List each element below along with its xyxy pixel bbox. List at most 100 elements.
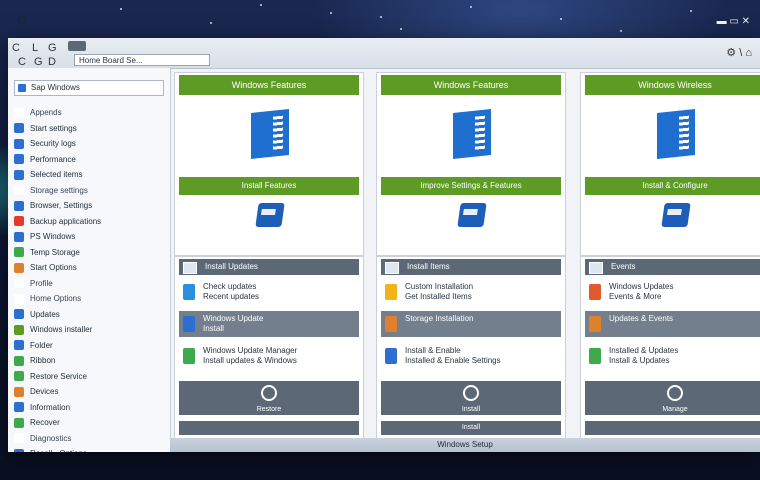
card-subtitle: Install Features — [179, 177, 359, 195]
sidebar-item-icon — [14, 123, 24, 134]
package-icon — [457, 203, 487, 227]
sidebar-item[interactable]: Devices — [14, 385, 58, 399]
panel-row[interactable]: Windows Updates Events & More — [585, 279, 760, 305]
toolbar-tab[interactable] — [68, 41, 86, 51]
windows-icon — [657, 109, 695, 159]
panel-row[interactable]: Windows Update Install — [179, 311, 359, 337]
toolbar-button-c2[interactable]: C — [18, 56, 26, 68]
card-title: Windows Features — [179, 75, 359, 95]
sidebar-item[interactable]: Appends — [14, 106, 62, 120]
sidebar-item[interactable]: Start settings — [14, 122, 77, 136]
sidebar-item-label: Recall - Options — [30, 449, 87, 452]
panel-row[interactable]: Install & Enable Installed & Enable Setti… — [381, 343, 561, 369]
panel-row[interactable]: Updates & Events — [585, 311, 760, 337]
sidebar-item[interactable]: Ribbon — [14, 354, 55, 368]
row-icon — [589, 348, 601, 364]
panel-footer-bar[interactable] — [585, 421, 760, 435]
close-icon[interactable]: ✕ — [742, 16, 750, 27]
sidebar-item[interactable]: Diagnostics — [14, 432, 71, 446]
sidebar-item[interactable]: Windows installer — [14, 323, 92, 337]
sidebar-search[interactable]: Sap Windows — [14, 80, 164, 96]
panel-row[interactable]: Custom Installation Get Installed Items — [381, 279, 561, 305]
sidebar-item[interactable]: Backup applications — [14, 215, 101, 229]
panel-footer-bar[interactable] — [179, 421, 359, 435]
panel-header: Events — [585, 259, 760, 275]
star — [330, 12, 332, 14]
panel-footer-bar[interactable]: Install — [381, 421, 561, 435]
sidebar-item[interactable]: Recover — [14, 416, 60, 430]
star — [260, 4, 262, 6]
sidebar-item[interactable]: Profile — [14, 277, 53, 291]
toolbar-button-g[interactable]: G — [48, 42, 57, 54]
row-subtitle: Install & Updates — [609, 356, 670, 365]
sidebar-item[interactable]: Security logs — [14, 137, 76, 151]
address-bar[interactable]: Home Board Se... — [74, 54, 210, 66]
home-icon[interactable]: ⌂ — [745, 47, 752, 59]
settings-icon[interactable]: ⚙ — [726, 47, 736, 59]
row-icon — [183, 284, 195, 300]
action-tile[interactable]: Restore — [179, 381, 359, 415]
sidebar-item-label: Devices — [30, 387, 59, 396]
sidebar-item-icon — [14, 309, 24, 320]
sidebar-item[interactable]: Browser, Settings — [14, 199, 92, 213]
sidebar-item[interactable]: Home Options — [14, 292, 81, 306]
sidebar-item-label: Start settings — [30, 123, 77, 133]
row-icon — [385, 316, 397, 332]
feature-card[interactable]: Windows Wireless Install & Configure — [580, 72, 760, 256]
top-right-icons: ⚙ \ ⌂ — [726, 46, 752, 59]
panel-row[interactable]: Installed & Updates Install & Updates — [585, 343, 760, 369]
sidebar-item[interactable]: Temp Storage — [14, 246, 80, 260]
toolbar-button-c[interactable]: C — [12, 42, 20, 54]
row-subtitle: Install updates & Windows — [203, 356, 297, 365]
star — [400, 28, 402, 30]
sidebar-item[interactable]: Start Options — [14, 261, 77, 275]
panel-icon — [385, 262, 399, 274]
toolbar-button-d[interactable]: D — [48, 56, 56, 68]
toolbar-button-l[interactable]: L — [32, 42, 38, 54]
sidebar-item-label: Recover — [30, 418, 60, 427]
sidebar-item[interactable]: Selected items — [14, 168, 82, 182]
sidebar-item-label: Restore Service — [30, 371, 87, 381]
row-subtitle: Installed & Enable Settings — [405, 356, 501, 365]
star — [470, 6, 472, 8]
sidebar-item-icon — [14, 433, 24, 444]
star — [380, 16, 382, 18]
row-title: Windows Update Manager — [203, 346, 298, 355]
sidebar-item[interactable]: Folder — [14, 339, 53, 353]
panel-row[interactable]: Windows Update Manager Install updates & … — [179, 343, 359, 369]
slash-icon[interactable]: \ — [739, 47, 742, 59]
info-panel: Install Items Custom Installation Get Inst… — [376, 256, 566, 452]
action-icon — [463, 385, 479, 401]
panel-row[interactable]: Storage Installation — [381, 311, 561, 337]
sidebar-item-icon — [14, 371, 24, 382]
sidebar-item-label: PS Windows — [30, 232, 76, 241]
toolbar-button-g2[interactable]: G — [34, 56, 43, 68]
sidebar-item-label: Ribbon — [30, 356, 56, 365]
sidebar-item[interactable]: Recall - Options — [14, 447, 87, 452]
panel-row[interactable]: Check updates Recent updates — [179, 279, 359, 305]
sidebar-item[interactable]: Performance — [14, 153, 76, 167]
maximize-icon[interactable]: ▭ — [729, 16, 738, 27]
action-tile[interactable]: Install — [381, 381, 561, 415]
sidebar-item-label: Appends — [30, 108, 62, 117]
feature-card[interactable]: Windows Features Install Features — [174, 72, 364, 256]
sidebar-item[interactable]: Information — [14, 401, 70, 415]
star — [120, 8, 122, 10]
row-icon — [385, 284, 397, 300]
card-title: Windows Features — [381, 75, 561, 95]
sidebar-item-icon — [14, 247, 24, 258]
info-panel: Events Windows Updates Events & More Update… — [580, 256, 760, 452]
row-subtitle: Get Installed Items — [405, 292, 472, 301]
main-content: Windows Features Install Features Windows … — [170, 68, 760, 452]
sidebar-item[interactable]: Restore Service — [14, 370, 87, 384]
star — [690, 10, 692, 12]
action-tile[interactable]: Manage — [585, 381, 760, 415]
sidebar-item[interactable]: Updates — [14, 308, 60, 322]
minimize-icon[interactable]: ▬ — [717, 16, 727, 27]
sidebar-item[interactable]: PS Windows — [14, 230, 75, 244]
feature-card[interactable]: Windows Features Improve Settings & Featu… — [376, 72, 566, 256]
sidebar-item-label: Security logs — [30, 139, 76, 148]
sidebar-item[interactable]: Storage settings — [14, 184, 88, 198]
panel-header-label: Install Items — [407, 262, 450, 271]
sidebar-item-icon — [14, 169, 24, 180]
